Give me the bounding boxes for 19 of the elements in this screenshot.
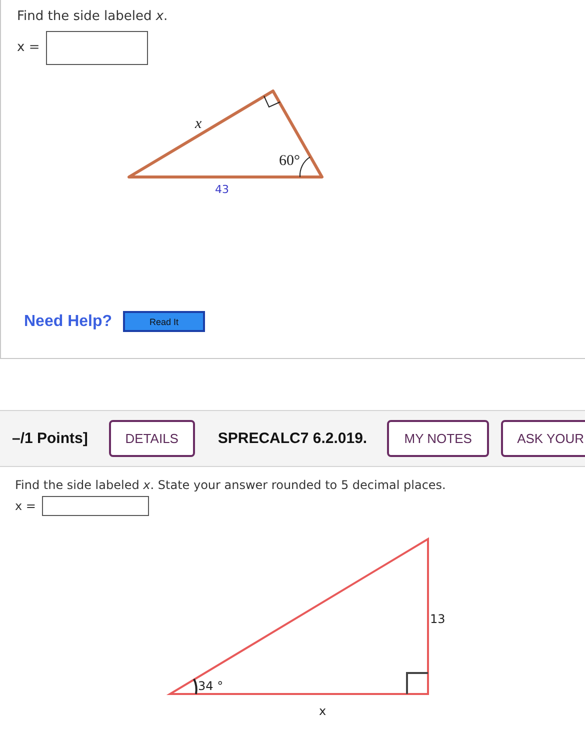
- answer-field[interactable]: [42, 496, 149, 516]
- points-label: –/1 Points]: [12, 430, 88, 447]
- answer-label: x =: [15, 499, 36, 513]
- side-label: x: [195, 116, 202, 132]
- details-button[interactable]: DETAILS: [108, 420, 195, 457]
- question-text: Find the side labeled x. State your answer rounded to 5 decimal places.: [15, 477, 447, 493]
- ask-button[interactable]: ASK YOUR: [501, 420, 585, 457]
- problem-id: SPRECALC7 6.2.019.: [218, 430, 368, 447]
- read-it-button[interactable]: Read It: [123, 311, 206, 332]
- my-notes-button[interactable]: MY NOTES: [387, 420, 490, 457]
- side-length-label: 43: [215, 183, 229, 196]
- angle-label: 60°: [279, 153, 300, 169]
- side-label: x: [319, 704, 326, 718]
- need-help-label: Need Help?: [24, 312, 112, 330]
- angle-label: 34 °: [198, 679, 224, 693]
- answer-field[interactable]: [46, 30, 148, 64]
- side-length-label: 13: [430, 612, 446, 626]
- answer-label: x =: [17, 40, 40, 55]
- question-text: Find the side labeled x.: [17, 8, 169, 26]
